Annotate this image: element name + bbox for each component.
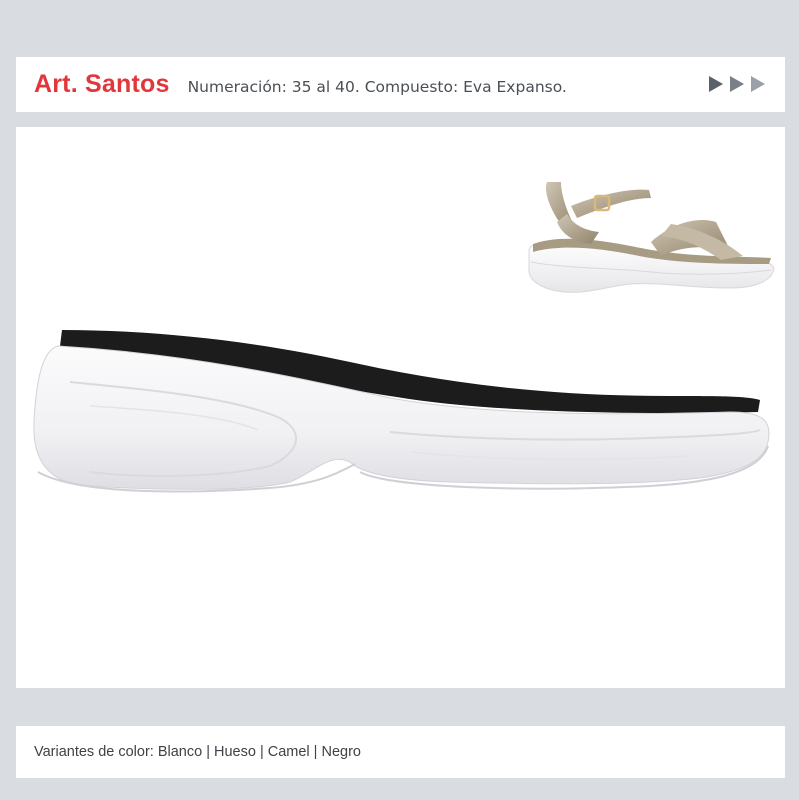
footer-bar: Variantes de color: Blanco | Hueso | Cam…: [16, 726, 785, 778]
color-variants-text: Variantes de color: Blanco | Hueso | Cam…: [34, 744, 361, 760]
product-image-panel: [16, 127, 785, 688]
sandal-thumbnail: [528, 182, 775, 293]
product-title: Art. Santos: [34, 70, 170, 98]
product-specs: Numeración: 35 al 40. Compuesto: Eva Exp…: [187, 78, 567, 96]
nav-arrows[interactable]: [709, 76, 765, 92]
header-bar: Art. Santos Numeración: 35 al 40. Compue…: [16, 57, 785, 112]
play-arrow-icon[interactable]: [730, 76, 744, 92]
play-arrow-icon[interactable]: [709, 76, 723, 92]
sole-image: [33, 330, 770, 493]
play-arrow-icon[interactable]: [751, 76, 765, 92]
